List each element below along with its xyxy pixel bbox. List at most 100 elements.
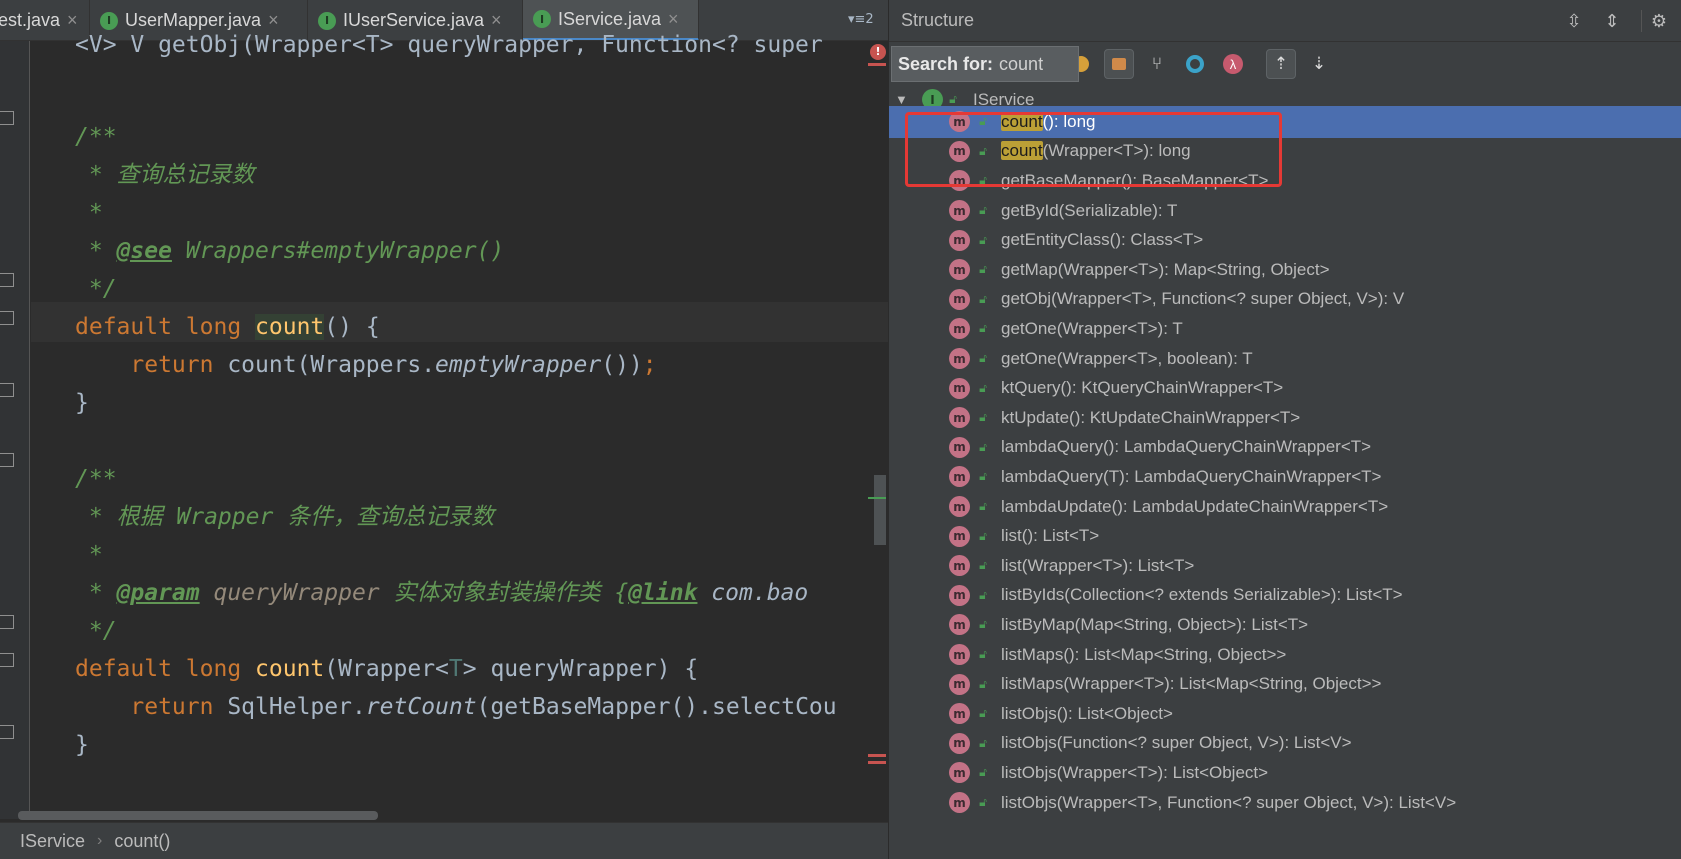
breadcrumb: IService › count() xyxy=(0,822,888,859)
collapse-all-icon[interactable]: ⇕ xyxy=(1600,9,1624,33)
tree-item-method[interactable]: m 🔓︎ listObjs(Function<? super Object, V>)… xyxy=(889,728,1681,760)
divider xyxy=(1641,10,1642,32)
fold-marker-icon[interactable] xyxy=(0,725,14,739)
method-icon: m xyxy=(949,673,970,695)
autoscroll-from-source-icon[interactable]: ⇣ xyxy=(1304,49,1334,79)
fold-marker-icon[interactable] xyxy=(0,453,14,467)
horizontal-scrollbar[interactable] xyxy=(18,811,378,820)
breadcrumb-item-count[interactable]: count() xyxy=(114,831,170,852)
expand-all-icon[interactable]: ⇳ xyxy=(1562,9,1586,33)
method-signature: list(): List<T> xyxy=(1001,526,1100,546)
tree-item-label: count(): long xyxy=(1001,111,1096,132)
tree-item-label: listObjs(Function<? super Object, V>): L… xyxy=(1001,733,1352,753)
method-signature: ktQuery(): KtQueryChainWrapper<T> xyxy=(1001,378,1284,398)
error-mark[interactable] xyxy=(868,754,886,757)
tree-item-method[interactable]: m 🔓︎ listMaps(): List<Map<String, Object>> xyxy=(889,639,1681,671)
code-line: */ xyxy=(75,618,117,644)
lock-icon: 🔓︎ xyxy=(979,795,987,810)
tree-item-method[interactable]: m 🔓︎ getById(Serializable): T xyxy=(889,195,1681,227)
error-mark[interactable] xyxy=(868,63,886,66)
method-signature: getMap(Wrapper<T>): Map<String, Object> xyxy=(1001,259,1330,279)
editor-gutter[interactable] xyxy=(0,41,30,819)
tree-item-method[interactable]: m 🔓︎ list(Wrapper<T>): List<T> xyxy=(889,550,1681,582)
show-non-public-icon[interactable] xyxy=(1104,49,1134,79)
show-lambdas-icon[interactable]: λ xyxy=(1218,49,1248,79)
tree-item-method[interactable]: m 🔓︎ count(): long xyxy=(889,106,1681,138)
lock-icon: 🔓︎ xyxy=(979,647,987,662)
tree-item-method[interactable]: m 🔓︎ getEntityClass(): Class<T> xyxy=(889,224,1681,256)
error-stripe[interactable] xyxy=(868,41,888,819)
fold-marker-icon[interactable] xyxy=(0,615,14,629)
method-icon: m xyxy=(949,466,970,488)
lock-icon: 🔓︎ xyxy=(979,321,987,336)
lock-icon: 🔓︎ xyxy=(979,262,987,277)
structure-panel: Structure ⇳ ⇕ ⚙ ⑂ λ ⇡ ⇣ Search for: coun… xyxy=(888,0,1681,859)
tree-item-method[interactable]: m 🔓︎ getObj(Wrapper<T>, Function<? super O… xyxy=(889,284,1681,316)
method-signature: listObjs(Wrapper<T>): List<Object> xyxy=(1001,762,1269,782)
search-input[interactable]: count xyxy=(999,54,1043,75)
method-signature: lambdaQuery(): LambdaQueryChainWrapper<T… xyxy=(1001,437,1372,457)
tree-item-method[interactable]: m 🔓︎ getOne(Wrapper<T>): T xyxy=(889,313,1681,345)
error-mark[interactable] xyxy=(868,761,886,764)
fold-marker-icon[interactable] xyxy=(0,311,14,325)
method-signature: (): long xyxy=(1042,111,1096,131)
code-area[interactable]: <V> V getObj(Wrapper<T> queryWrapper, Fu… xyxy=(75,32,888,819)
structure-tree[interactable]: ▼ I 🔓︎ IService m 🔓︎ count(): long m 🔓︎ count… xyxy=(889,84,1681,859)
lock-icon: 🔓︎ xyxy=(979,173,987,188)
method-icon: m xyxy=(949,170,970,192)
code-line: /** xyxy=(75,124,117,150)
lock-icon: 🔓︎ xyxy=(979,706,987,721)
fold-marker-icon[interactable] xyxy=(0,111,14,125)
tree-item-method[interactable]: m 🔓︎ listByMap(Map<String, Object>): List<… xyxy=(889,609,1681,641)
code-line: <V> V getObj(Wrapper<T> queryWrapper, Fu… xyxy=(75,32,823,58)
fold-marker-icon[interactable] xyxy=(0,273,14,287)
tab-overflow-button[interactable]: ▾≡2 xyxy=(848,12,874,27)
method-signature: lambdaUpdate(): LambdaUpdateChainWrapper… xyxy=(1001,496,1389,516)
tree-item-label: getById(Serializable): T xyxy=(1001,201,1177,221)
gear-icon[interactable]: ⚙ xyxy=(1647,9,1671,33)
method-signature: getOne(Wrapper<T>, boolean): T xyxy=(1001,348,1253,368)
code-line: } xyxy=(75,390,89,416)
show-anonymous-icon[interactable] xyxy=(1180,49,1210,79)
chevron-down-icon[interactable]: ▼ xyxy=(895,92,908,107)
tree-item-method[interactable]: m 🔓︎ lambdaQuery(T): LambdaQueryChainWrapp… xyxy=(889,461,1681,493)
method-icon: m xyxy=(949,407,970,429)
tree-item-label: lambdaUpdate(): LambdaUpdateChainWrapper… xyxy=(1001,497,1388,517)
tree-item-method[interactable]: m 🔓︎ list(): List<T> xyxy=(889,520,1681,552)
tree-item-method[interactable]: m 🔓︎ ktUpdate(): KtUpdateChainWrapper<T> xyxy=(889,402,1681,434)
code-line: /** xyxy=(75,466,117,492)
tree-item-method[interactable]: m 🔓︎ getMap(Wrapper<T>): Map<String, Objec… xyxy=(889,254,1681,286)
tree-item-method[interactable]: m 🔓︎ lambdaQuery(): LambdaQueryChainWrappe… xyxy=(889,432,1681,464)
method-signature: lambdaQuery(T): LambdaQueryChainWrapper<… xyxy=(1001,466,1382,486)
tree-item-method[interactable]: m 🔓︎ ktQuery(): KtQueryChainWrapper<T> xyxy=(889,372,1681,404)
tree-item-label: list(): List<T> xyxy=(1001,526,1099,546)
fold-marker-icon[interactable] xyxy=(0,383,14,397)
lock-icon: 🔓︎ xyxy=(979,410,987,425)
method-icon: m xyxy=(949,762,970,784)
method-icon: m xyxy=(949,732,970,754)
tree-item-method[interactable]: m 🔓︎ count(Wrapper<T>): long xyxy=(889,136,1681,168)
tree-item-method[interactable]: m 🔓︎ listByIds(Collection<? extends Serial… xyxy=(889,580,1681,612)
search-label: Search for: xyxy=(898,53,994,74)
change-mark[interactable] xyxy=(868,497,886,499)
scroll-thumb[interactable] xyxy=(874,475,886,545)
fold-marker-icon[interactable] xyxy=(0,653,14,667)
tree-item-method[interactable]: m 🔓︎ getOne(Wrapper<T>, boolean): T xyxy=(889,343,1681,375)
breadcrumb-item-iservice[interactable]: IService xyxy=(20,831,85,852)
tree-item-method[interactable]: m 🔓︎ listObjs(Wrapper<T>): List<Object> xyxy=(889,757,1681,789)
tree-item-method[interactable]: m 🔓︎ getBaseMapper(): BaseMapper<T> xyxy=(889,165,1681,197)
method-signature: getEntityClass(): Class<T> xyxy=(1001,230,1204,250)
speed-search-popup[interactable]: Search for: count xyxy=(891,46,1079,82)
show-inherited-icon[interactable]: ⑂ xyxy=(1142,49,1172,79)
tree-item-method[interactable]: m 🔓︎ listObjs(): List<Object> xyxy=(889,698,1681,730)
code-editor[interactable]: est.java × I UserMapper.java × I IUserSe… xyxy=(0,0,888,859)
code-line: return SqlHelper.retCount(getBaseMapper(… xyxy=(130,694,837,720)
autoscroll-to-source-icon[interactable]: ⇡ xyxy=(1266,49,1296,79)
method-signature: listByIds(Collection<? extends Serializa… xyxy=(1001,585,1403,605)
tree-item-method[interactable]: m 🔓︎ listObjs(Wrapper<T>, Function<? super… xyxy=(889,787,1681,819)
lock-icon: 🔓︎ xyxy=(979,203,987,218)
tree-item-label: listObjs(Wrapper<T>): List<Object> xyxy=(1001,763,1268,783)
tree-item-method[interactable]: m 🔓︎ listMaps(Wrapper<T>): List<Map<String… xyxy=(889,668,1681,700)
tree-item-method[interactable]: m 🔓︎ lambdaUpdate(): LambdaUpdateChainWrap… xyxy=(889,491,1681,523)
tree-item-label: getOne(Wrapper<T>): T xyxy=(1001,319,1183,339)
